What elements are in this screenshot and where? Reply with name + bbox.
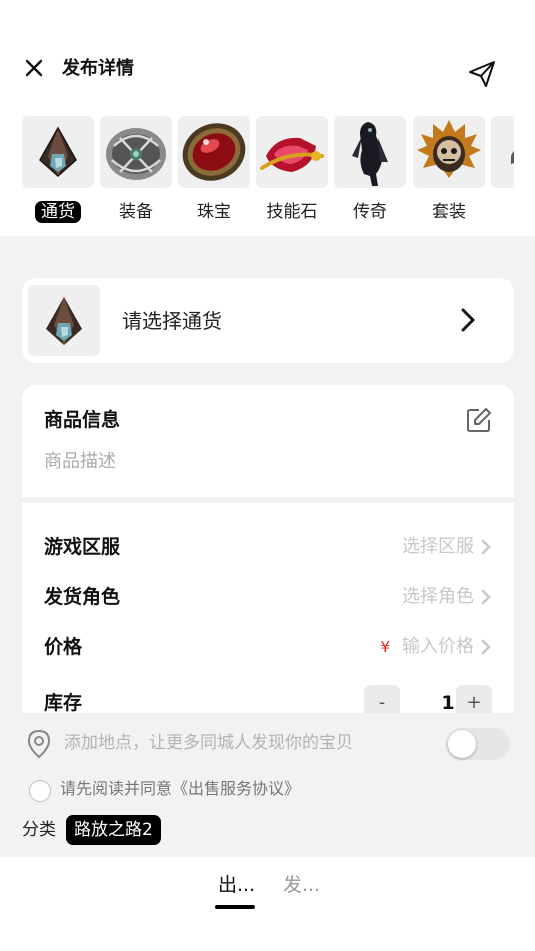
location-pin-icon	[27, 729, 51, 759]
category-label: 珠宝	[197, 202, 231, 222]
publish-options: 添加地点，让更多同城人发现你的宝贝 请先阅读并同意《出售服务协议》 分类 路放之…	[0, 713, 535, 857]
legendary-icon	[334, 116, 406, 188]
server-row[interactable]: 游戏区服 选择区服	[22, 532, 514, 562]
price-label: 价格	[44, 636, 83, 658]
category-currency[interactable]: 通货	[22, 116, 94, 228]
jewel-icon	[178, 116, 250, 188]
chevron-right-icon	[481, 589, 491, 605]
category-legendary[interactable]: 传奇	[334, 116, 406, 228]
equipment-icon	[100, 116, 172, 188]
chevron-right-icon	[481, 539, 491, 555]
role-row[interactable]: 发货角色 选择角色	[22, 582, 514, 612]
category-set[interactable]: 套装	[413, 116, 485, 228]
product-info-title: 商品信息	[44, 409, 121, 431]
server-select[interactable]: 选择区服	[402, 532, 474, 562]
category-label: 套装	[432, 202, 466, 222]
product-info-card: 商品信息 商品描述	[22, 385, 514, 497]
currency-symbol: ¥	[380, 638, 390, 656]
price-input[interactable]: 输入价格	[402, 632, 474, 662]
product-description-input[interactable]: 商品描述	[44, 449, 116, 475]
bottom-tab-bar: 出... 发...	[0, 857, 535, 951]
tab-indicator	[215, 905, 255, 909]
set-icon	[413, 116, 485, 188]
category-label: 通货	[35, 201, 81, 223]
classification-tag[interactable]: 路放之路2	[66, 815, 161, 845]
category-more[interactable]	[491, 116, 514, 228]
toggle-knob	[448, 730, 476, 758]
tab-sell[interactable]: 出...	[218, 872, 255, 898]
top-section: 发布详情 通货 装备 珠宝 技能石 传奇 套装	[0, 0, 535, 236]
chevron-right-icon	[481, 639, 491, 655]
role-select[interactable]: 选择角色	[402, 582, 474, 612]
close-icon[interactable]	[22, 56, 46, 80]
item-icon	[491, 116, 514, 188]
classification-label: 分类	[22, 820, 56, 840]
location-prompt[interactable]: 添加地点，让更多同城人发现你的宝贝	[64, 731, 353, 755]
location-toggle[interactable]	[446, 728, 510, 760]
page-title: 发布详情	[62, 58, 134, 79]
category-label: 技能石	[266, 202, 318, 222]
currency-gem-icon	[22, 116, 94, 188]
category-jewel[interactable]: 珠宝	[178, 116, 250, 228]
tab-post[interactable]: 发...	[283, 872, 320, 898]
currency-thumbnail-icon	[28, 285, 100, 356]
skill-gem-icon	[256, 116, 328, 188]
role-label: 发货角色	[44, 586, 121, 608]
category-label: 传奇	[353, 202, 387, 222]
currency-select-card[interactable]: 请选择通货	[22, 278, 514, 363]
category-list: 通货 装备 珠宝 技能石 传奇 套装	[0, 116, 514, 228]
form-card: 游戏区服 选择区服 发货角色 选择角色 价格 ¥ 输入价格 库存 - 1 +	[22, 503, 514, 718]
chevron-right-icon	[461, 308, 475, 332]
category-equipment[interactable]: 装备	[100, 116, 172, 228]
server-label: 游戏区服	[44, 536, 121, 558]
send-icon[interactable]	[466, 58, 498, 90]
category-skill-gem[interactable]: 技能石	[256, 116, 328, 228]
edit-icon[interactable]	[466, 407, 492, 433]
currency-select-label: 请选择通货	[122, 309, 222, 333]
agreement-checkbox[interactable]	[29, 780, 51, 802]
category-label: 装备	[119, 202, 153, 222]
agreement-text[interactable]: 请先阅读并同意《出售服务协议》	[60, 777, 300, 801]
price-row[interactable]: 价格 ¥ 输入价格	[22, 632, 514, 662]
